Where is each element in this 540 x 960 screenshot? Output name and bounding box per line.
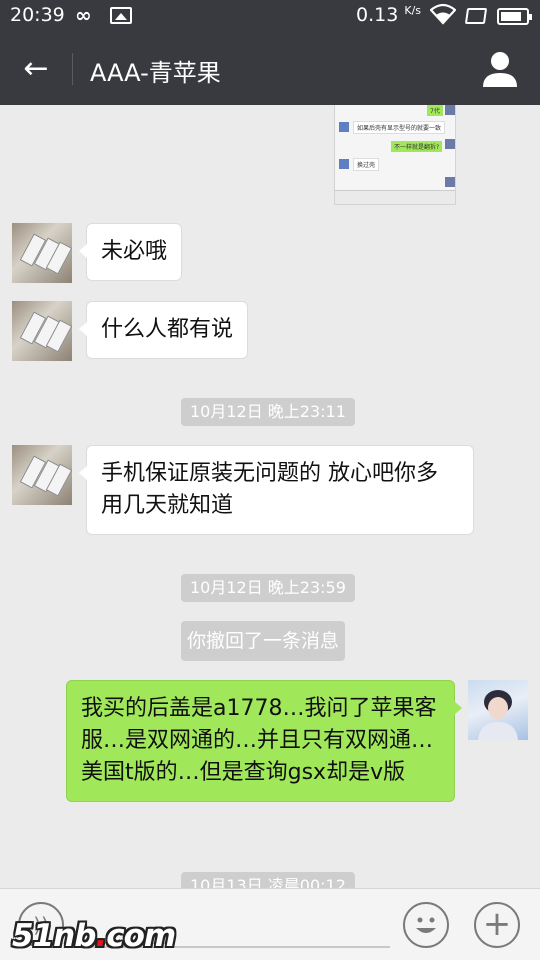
thumb-bubble: 如果后壳有显示型号的就要一致	[353, 121, 446, 134]
status-bar: 20:39 ∞ 0.13 K/s	[0, 0, 540, 33]
user-avatar[interactable]	[468, 680, 528, 740]
clock: 20:39	[10, 4, 65, 26]
thumb-avatar	[339, 159, 349, 169]
image-message-thumbnail[interactable]: 7代 如果后壳有显示型号的就要一致 不一样就是翻拆? 换过壳	[334, 105, 456, 205]
contact-avatar[interactable]	[12, 223, 72, 283]
thumb-bubble: 7代	[427, 105, 443, 116]
received-message-bubble[interactable]: 什么人都有说	[78, 301, 249, 359]
profile-icon[interactable]	[478, 47, 522, 91]
thumb-avatar	[339, 122, 349, 132]
chat-header: ← AAA-青苹果	[0, 33, 540, 105]
back-button[interactable]: ←	[16, 49, 56, 89]
signal-icon	[464, 8, 488, 24]
network-speed: 0.13 K/s	[356, 4, 422, 26]
recalled-message-notice: 你撤回了一条消息	[181, 621, 346, 661]
wifi-icon	[429, 3, 457, 30]
thumb-avatar	[445, 139, 455, 149]
contact-avatar[interactable]	[12, 445, 72, 505]
image-notification-icon	[110, 7, 132, 24]
header-divider	[72, 53, 73, 85]
received-message-bubble[interactable]: 未必哦	[78, 223, 183, 281]
emoji-icon[interactable]	[403, 902, 449, 948]
received-message-bubble[interactable]: 手机保证原装无问题的 放心吧你多用几天就知道	[79, 445, 474, 535]
loop-icon: ∞	[75, 3, 92, 27]
thumb-avatar	[445, 105, 455, 115]
sent-message-bubble[interactable]: 我买的后盖是a1778…我问了苹果客服…是双网通的…并且只有双网通…美国t版的……	[66, 680, 462, 802]
thumb-avatar	[445, 177, 455, 187]
site-watermark-logo: 51nb.com	[12, 918, 176, 954]
timestamp: 10月12日 晚上23:11	[181, 398, 355, 426]
contact-avatar[interactable]	[12, 301, 72, 361]
thumb-bubble: 换过壳	[353, 158, 380, 171]
timestamp: 10月12日 晚上23:59	[181, 574, 355, 602]
thumb-input-bar	[335, 190, 455, 204]
more-options-button[interactable]: +	[474, 902, 520, 948]
battery-icon	[497, 8, 532, 25]
thumb-bubble: 不一样就是翻拆?	[391, 141, 443, 152]
chat-title: AAA-青苹果	[90, 59, 221, 87]
